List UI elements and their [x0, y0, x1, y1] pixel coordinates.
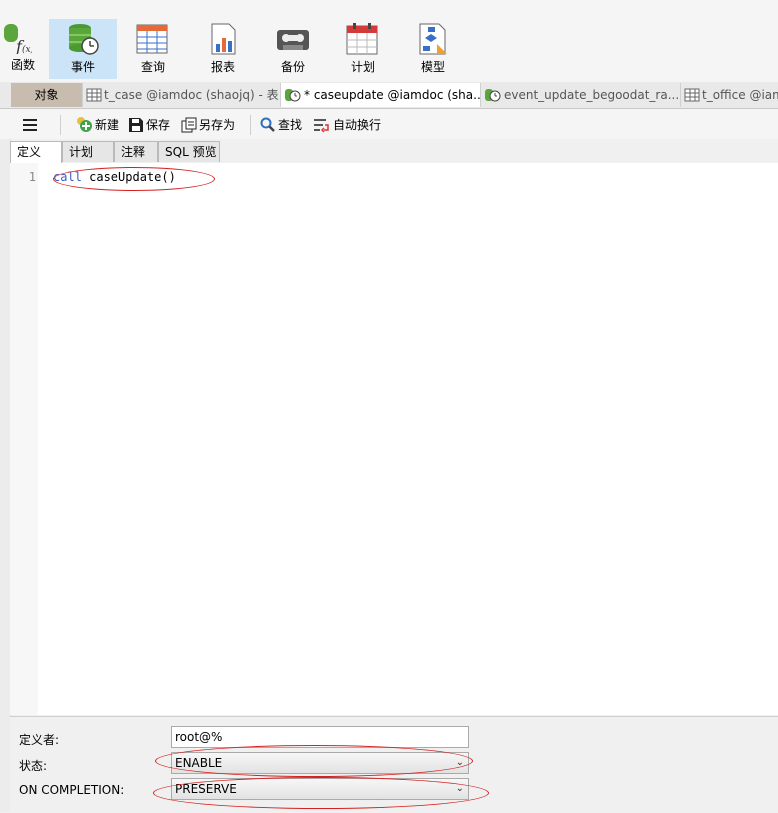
tab-t-case[interactable]: t_case @iamdoc (shaojq) - 表	[83, 83, 281, 107]
ribbon-label: 报表	[210, 60, 235, 74]
new-label: 新建	[95, 118, 120, 132]
ribbon-report-button[interactable]: 报表	[189, 19, 257, 79]
save-icon	[129, 118, 143, 132]
tab-comment[interactable]: 注释	[114, 141, 158, 162]
main-ribbon: f (x) 函数 事件 查询	[0, 0, 778, 82]
tab-label: t_case @iamdoc (shaojq) - 表	[104, 88, 279, 102]
tab-event-update[interactable]: event_update_begoodat_ra...	[481, 83, 681, 107]
save-as-button[interactable]: 另存为	[181, 115, 235, 135]
ribbon-query-button[interactable]: 查询	[119, 19, 187, 79]
save-as-icon	[181, 117, 197, 133]
ribbon-label: 函数	[10, 58, 35, 72]
ribbon-backup-button[interactable]: 备份	[259, 19, 327, 79]
chevron-down-icon: ⌄	[455, 757, 464, 768]
save-label: 保存	[146, 118, 171, 132]
code-keyword: call	[53, 170, 82, 184]
line-number-gutter: 1	[10, 163, 38, 715]
report-icon	[211, 23, 236, 55]
tab-label: t_office @iam	[702, 88, 778, 102]
ribbon-label: 备份	[280, 60, 305, 74]
tab-schedule[interactable]: 计划	[62, 141, 114, 162]
find-label: 查找	[278, 118, 303, 132]
toolbar-divider	[250, 115, 251, 135]
tab-label: event_update_begoodat_ra...	[504, 88, 680, 102]
model-icon	[419, 23, 447, 55]
tab-objects[interactable]: 对象	[11, 83, 83, 107]
on-completion-label: ON COMPLETION:	[19, 783, 125, 797]
ribbon-label: 查询	[140, 60, 165, 74]
editor-subtab-bar: 定义 计划 注释 SQL 预览	[10, 140, 778, 164]
word-wrap-button[interactable]: 自动换行	[313, 115, 381, 135]
table-icon	[86, 88, 102, 102]
object-tab-bar: 对象 t_case @iamdoc (shaojq) - 表 * caseupd…	[0, 82, 778, 109]
search-icon	[260, 117, 275, 132]
chevron-down-icon: ⌄	[455, 783, 464, 794]
event-icon	[285, 89, 301, 102]
tab-label: * caseupdate @iamdoc (sha...	[304, 88, 481, 102]
ribbon-functions-button[interactable]: f (x) 函数	[0, 19, 46, 79]
table-icon	[684, 88, 700, 102]
on-completion-value: PRESERVE	[175, 782, 237, 796]
ribbon-schedule-button[interactable]: 计划	[329, 19, 397, 79]
tab-t-office[interactable]: t_office @iam	[681, 83, 778, 107]
ribbon-label: 模型	[420, 60, 445, 74]
word-wrap-icon	[314, 119, 329, 133]
code-text: caseUpdate()	[81, 170, 176, 184]
query-icon	[136, 24, 168, 54]
ribbon-label: 事件	[70, 60, 95, 74]
new-button[interactable]: 新建	[75, 115, 119, 135]
word-wrap-label: 自动换行	[333, 118, 382, 132]
tab-definition[interactable]: 定义	[10, 141, 62, 164]
tab-caseupdate[interactable]: * caseupdate @iamdoc (sha...	[281, 83, 481, 107]
definer-label: 定义者:	[19, 733, 60, 747]
save-as-label: 另存为	[199, 118, 236, 132]
code-line[interactable]: call caseUpdate()	[53, 170, 176, 184]
ribbon-label: 计划	[350, 60, 375, 74]
svg-text:(x): (x)	[22, 44, 32, 54]
event-properties-panel: 定义者: root@% 状态: ENABLE ⌄ ON COMPLETION: …	[10, 716, 778, 813]
event-icon	[69, 24, 99, 55]
add-icon	[77, 117, 92, 132]
definer-field[interactable]: root@%	[171, 726, 469, 748]
hamburger-icon	[23, 119, 37, 131]
save-button[interactable]: 保存	[128, 115, 170, 135]
find-button[interactable]: 查找	[260, 115, 302, 135]
ribbon-events-button[interactable]: 事件	[49, 19, 117, 79]
backup-icon	[277, 30, 309, 50]
editor-toolbar: 新建 保存 另存为 查找 自动换行	[0, 109, 778, 139]
function-icon: f (x)	[4, 24, 32, 54]
status-select[interactable]: ENABLE ⌄	[171, 752, 469, 774]
tab-sql-preview[interactable]: SQL 预览	[158, 141, 220, 162]
event-icon	[485, 89, 501, 102]
status-label: 状态:	[19, 759, 48, 773]
toolbar-divider	[60, 115, 61, 135]
on-completion-select[interactable]: PRESERVE ⌄	[171, 778, 469, 800]
schedule-icon	[346, 23, 378, 55]
sql-editor[interactable]: 1 call caseUpdate()	[10, 163, 778, 715]
ribbon-model-button[interactable]: 模型	[399, 19, 467, 79]
line-number: 1	[28, 170, 36, 184]
status-value: ENABLE	[175, 756, 223, 770]
menu-button[interactable]	[22, 115, 40, 135]
